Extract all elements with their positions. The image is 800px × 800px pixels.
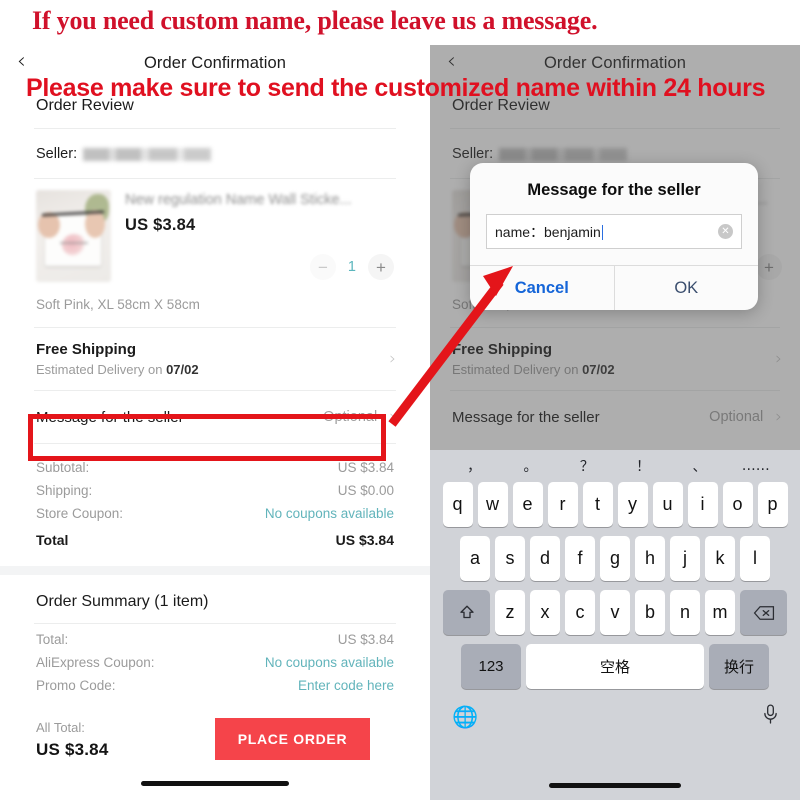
keyboard-row-1: q w e r t y u i o p (430, 482, 800, 527)
key-c[interactable]: c (565, 590, 595, 635)
navbar-left: ‹ Order Confirmation (0, 45, 430, 81)
space-key[interactable]: 空格 (526, 644, 704, 689)
key-j[interactable]: j (670, 536, 700, 581)
key-d[interactable]: d (530, 536, 560, 581)
total-line-coupon[interactable]: Store Coupon: No coupons available (36, 502, 394, 525)
seller-label: Seller: (36, 146, 78, 162)
all-total-value: US $3.84 (36, 740, 109, 759)
key-r[interactable]: r (547, 482, 578, 527)
key-p[interactable]: p (757, 482, 788, 527)
return-key[interactable]: 换行 (709, 644, 769, 689)
key-a[interactable]: a (460, 536, 490, 581)
key-y[interactable]: y (617, 482, 648, 527)
home-indicator (549, 783, 681, 788)
dialog-title: Message for the seller (527, 181, 701, 199)
seller-row: Seller: (0, 129, 430, 178)
clear-circle-icon[interactable]: ✕ (718, 224, 733, 239)
key-b[interactable]: b (635, 590, 665, 635)
shipping-title: Free Shipping (36, 341, 137, 358)
quantity-value: 1 (347, 259, 356, 275)
key-n[interactable]: n (670, 590, 700, 635)
key-comma[interactable]: ， (446, 456, 502, 476)
backspace-icon[interactable] (740, 590, 787, 635)
product-row[interactable]: New regulation Name Wall Sticke... US $3… (0, 179, 430, 282)
shipping-row[interactable]: Free Shipping Estimated Delivery on 07/0… (0, 328, 430, 390)
section-gap (0, 566, 430, 575)
key-i[interactable]: i (687, 482, 718, 527)
totals-list: Subtotal: US $3.84 Shipping: US $0.00 Stor… (0, 444, 430, 566)
key-k[interactable]: k (705, 536, 735, 581)
microphone-icon[interactable] (763, 704, 778, 730)
key-w[interactable]: w (477, 482, 508, 527)
key-s[interactable]: s (495, 536, 525, 581)
right-phone-panel: ‹ Order Confirmation Order Review Seller… (430, 45, 800, 800)
key-period[interactable]: 。 (502, 456, 558, 476)
total-line-total: Total US $3.84 (36, 532, 394, 548)
chevron-right-icon[interactable]: › (389, 349, 396, 369)
chevron-right-icon[interactable]: › (389, 407, 396, 427)
text-caret (601, 224, 604, 240)
keyboard-row-3: z x c v b n m (430, 590, 800, 635)
dialog-actions: Cancel OK (470, 265, 758, 310)
summary-line-promo[interactable]: Promo Code: Enter code here (36, 674, 394, 697)
keyboard-row-2: a s d f g h j k l (430, 536, 800, 581)
key-f[interactable]: f (565, 536, 595, 581)
key-enumeration-comma[interactable]: 、 (671, 456, 727, 476)
numeric-key[interactable]: 123 (461, 644, 521, 689)
total-line: Shipping: US $0.00 (36, 483, 394, 498)
punctuation-row: ， 。 ？ ！ 、 …… (430, 450, 800, 482)
order-summary-lines: Total: US $3.84 AliExpress Coupon: No coup… (0, 624, 430, 697)
key-x[interactable]: x (530, 590, 560, 635)
keyboard-row-4: 123 空格 换行 (430, 644, 800, 689)
summary-line-coupon[interactable]: AliExpress Coupon: No coupons available (36, 651, 394, 674)
message-input-value: name：benjamin (495, 222, 718, 242)
all-total-label: All Total: (36, 720, 85, 735)
seller-name-redacted (83, 147, 212, 161)
keyboard-bottom-row: 🌐 (430, 698, 800, 730)
key-t[interactable]: t (582, 482, 613, 527)
key-z[interactable]: z (495, 590, 525, 635)
product-name: New regulation Name Wall Sticke... (125, 192, 352, 208)
highlight-box-message-row (28, 414, 386, 461)
shift-icon[interactable] (443, 590, 490, 635)
message-dialog: Message for the seller name：benjamin ✕ C… (470, 163, 758, 310)
summary-line: Total: US $3.84 (36, 632, 394, 647)
place-order-button[interactable]: PLACE ORDER (215, 718, 370, 760)
annotation-headline: If you need custom name, please leave us… (32, 6, 598, 35)
cancel-button[interactable]: Cancel (470, 266, 614, 310)
key-e[interactable]: e (512, 482, 543, 527)
page-title: Order Confirmation (143, 53, 287, 72)
quantity-stepper[interactable]: − 1 + (309, 254, 394, 280)
key-g[interactable]: g (600, 536, 630, 581)
product-price: US $3.84 (125, 216, 196, 234)
section-title-order-review: Order Review (36, 97, 134, 114)
shipping-subtitle: Estimated Delivery on 07/02 (36, 362, 199, 377)
product-thumbnail[interactable] (36, 190, 111, 282)
ok-button[interactable]: OK (613, 266, 759, 310)
product-sku: Soft Pink, XL 58cm X 58cm (36, 297, 200, 312)
chevron-left-icon[interactable]: ‹ (17, 50, 26, 74)
home-indicator (141, 781, 289, 786)
message-input-field[interactable]: name：benjamin ✕ (486, 214, 742, 249)
plus-icon[interactable]: + (368, 254, 394, 280)
key-question[interactable]: ？ (559, 456, 615, 476)
key-ellipsis[interactable]: …… (728, 458, 784, 474)
all-total: All Total: US $3.84 (36, 720, 108, 760)
key-v[interactable]: v (600, 590, 630, 635)
globe-icon[interactable]: 🌐 (452, 705, 478, 730)
key-m[interactable]: m (705, 590, 735, 635)
key-h[interactable]: h (635, 536, 665, 581)
key-l[interactable]: l (740, 536, 770, 581)
key-o[interactable]: o (722, 482, 753, 527)
minus-icon[interactable]: − (309, 254, 336, 280)
key-exclamation[interactable]: ！ (615, 456, 671, 476)
checkout-footer: All Total: US $3.84 PLACE ORDER (0, 704, 430, 800)
key-u[interactable]: u (652, 482, 683, 527)
order-summary-title: Order Summary (1 item) (36, 593, 209, 610)
key-q[interactable]: q (442, 482, 473, 527)
onscreen-keyboard: ， 。 ？ ！ 、 …… q w e r t y u i o p a s d f… (430, 450, 800, 800)
